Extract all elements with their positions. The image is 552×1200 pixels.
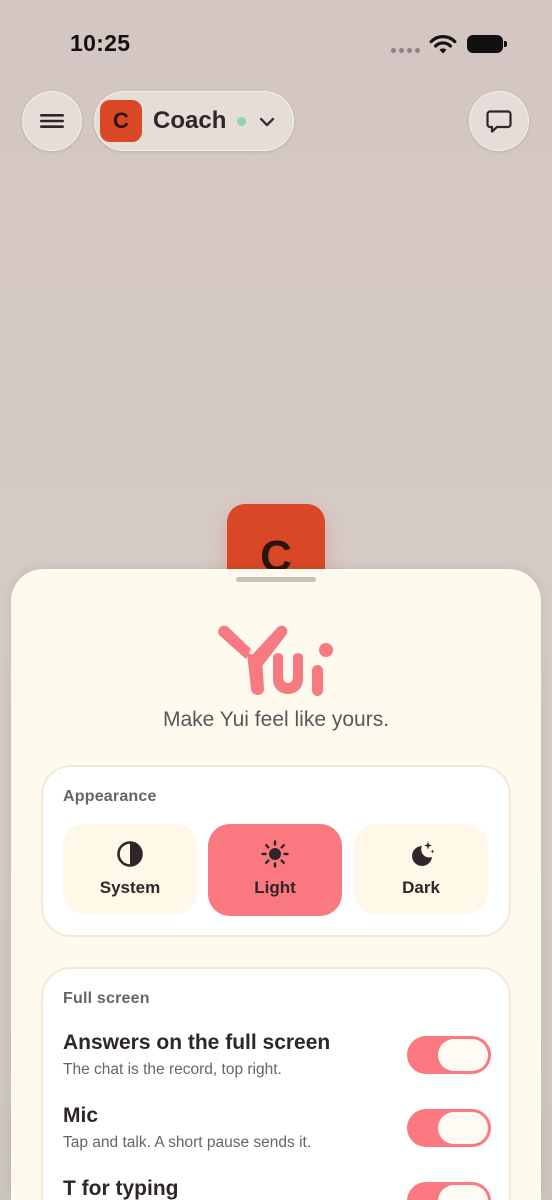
status-time: 10:25 bbox=[70, 30, 131, 56]
full-screen-card: Full screen Answers on the full screen T… bbox=[43, 969, 509, 1200]
cellular-signal-icon bbox=[391, 48, 421, 56]
chat-bubble-icon bbox=[486, 110, 512, 133]
setting-row-mic: Mic Tap and talk. A short pause sends it… bbox=[63, 1104, 493, 1152]
coach-avatar: C bbox=[100, 100, 142, 142]
coach-selector[interactable]: C Coach bbox=[94, 91, 294, 151]
setting-row-t-for-typing: T for typing bbox=[63, 1177, 493, 1200]
mic-toggle[interactable] bbox=[407, 1109, 491, 1147]
hamburger-menu-icon bbox=[40, 114, 64, 128]
appearance-title: Appearance bbox=[63, 788, 157, 805]
settings-sheet: Make Yui feel like yours. Appearance Sys… bbox=[11, 569, 541, 1200]
battery-icon bbox=[467, 35, 507, 53]
t-for-typing-toggle[interactable] bbox=[407, 1182, 491, 1200]
sun-icon bbox=[261, 840, 289, 868]
moon-stars-icon bbox=[412, 841, 435, 866]
theme-option-system[interactable]: System bbox=[63, 824, 197, 914]
wifi-icon bbox=[429, 35, 457, 54]
theme-option-label: Dark bbox=[402, 878, 440, 897]
appearance-card: Appearance System Light Dark bbox=[43, 767, 509, 935]
answers-full-screen-toggle[interactable] bbox=[407, 1036, 491, 1074]
theme-option-light[interactable]: Light bbox=[208, 824, 342, 916]
yui-logo bbox=[218, 625, 333, 696]
sheet-grabber[interactable] bbox=[236, 577, 316, 582]
status-bar: 10:25 bbox=[0, 0, 552, 90]
theme-option-label: System bbox=[99, 878, 161, 897]
contrast-icon bbox=[117, 841, 143, 867]
setting-row-answers-full-screen: Answers on the full screen The chat is t… bbox=[63, 1031, 493, 1079]
online-status-dot bbox=[237, 117, 246, 126]
full-screen-title: Full screen bbox=[63, 990, 150, 1007]
theme-option-dark[interactable]: Dark bbox=[354, 824, 488, 914]
chevron-down-icon bbox=[259, 117, 275, 127]
chat-history-button[interactable] bbox=[469, 91, 529, 151]
sheet-tagline: Make Yui feel like yours. bbox=[162, 708, 390, 731]
theme-option-label: Light bbox=[254, 878, 296, 897]
menu-button[interactable] bbox=[22, 91, 82, 151]
coach-name: Coach bbox=[153, 107, 227, 134]
